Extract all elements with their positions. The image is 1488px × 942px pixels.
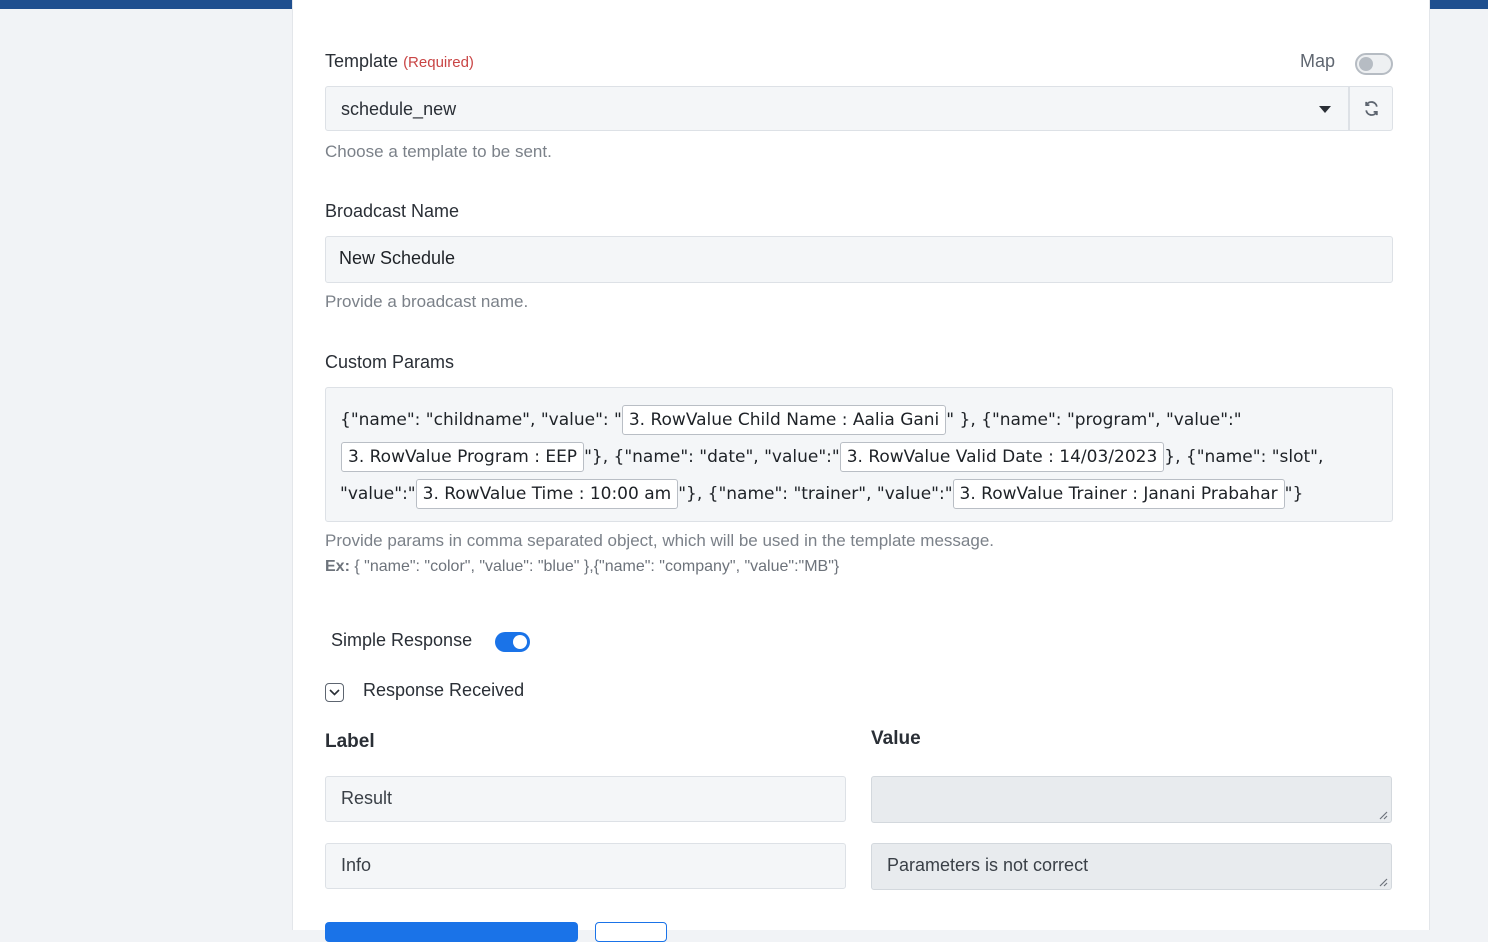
resize-grip-icon[interactable] <box>1378 810 1388 820</box>
custom-params-editor[interactable]: {"name": "childname", "value": " 3. RowVa… <box>325 387 1393 522</box>
label-column-header: Label <box>325 731 375 752</box>
params-line-1: {"name": "childname", "value": " 3. RowVa… <box>340 405 1242 435</box>
response-received-collapse-button[interactable] <box>325 683 344 702</box>
param-token-program[interactable]: 3. RowValue Program : EEP <box>341 442 585 472</box>
map-toggle-knob <box>1359 57 1373 71</box>
response-value-field[interactable] <box>871 776 1392 823</box>
param-token-trainer[interactable]: 3. RowValue Trainer : Janani Prabahar <box>952 479 1285 509</box>
response-received-label: Response Received <box>363 680 525 700</box>
broadcast-name-input[interactable]: New Schedule <box>325 236 1393 283</box>
response-value-text: Parameters is not correct <box>887 855 1089 875</box>
param-token-valid-date[interactable]: 3. RowValue Valid Date : 14/03/2023 <box>839 442 1165 472</box>
params-text: "}, {"name": "trainer", "value":" <box>678 484 953 504</box>
custom-params-example: Ex: { "name": "color", "value": "blue" }… <box>325 558 839 576</box>
primary-action-button[interactable] <box>325 922 578 942</box>
params-line-2: 3. RowValue Program : EEP "}, {"name": "d… <box>341 442 1323 472</box>
param-token-time[interactable]: 3. RowValue Time : 10:00 am <box>415 479 679 509</box>
params-text: "}, {"name": "date", "value":" <box>584 447 840 467</box>
template-select[interactable]: schedule_new <box>325 86 1349 131</box>
resize-grip-icon[interactable] <box>1378 877 1388 887</box>
custom-params-help: Provide params in comma separated object… <box>325 531 995 550</box>
template-select-value: schedule_new <box>341 99 457 119</box>
params-text: }, {"name": "slot", <box>1164 447 1324 467</box>
example-label: Ex: <box>325 558 350 575</box>
simple-response-label: Simple Response <box>331 630 473 650</box>
params-text: {"name": "childname", "value": " <box>340 410 622 430</box>
template-label: Template (Required) <box>325 51 474 71</box>
params-text: "value":" <box>340 484 416 504</box>
param-token-child-name[interactable]: 3. RowValue Child Name : Aalia Gani <box>621 405 947 435</box>
caret-down-icon <box>1319 106 1331 113</box>
response-value-field[interactable]: Parameters is not correct <box>871 843 1392 890</box>
refresh-button[interactable] <box>1349 86 1393 131</box>
broadcast-name-label: Broadcast Name <box>325 201 460 221</box>
value-column-header: Value <box>871 728 921 749</box>
secondary-action-button[interactable] <box>595 922 667 942</box>
params-text: " }, {"name": "program", "value":" <box>946 410 1242 430</box>
broadcast-name-help: Provide a broadcast name. <box>325 292 529 311</box>
map-toggle[interactable] <box>1355 53 1393 75</box>
response-label-field[interactable]: Info <box>325 843 846 889</box>
params-line-3: "value":" 3. RowValue Time : 10:00 am "}, … <box>340 479 1303 509</box>
example-value: { "name": "color", "value": "blue" },{"n… <box>349 558 840 575</box>
params-text: "} <box>1284 484 1304 504</box>
response-label-field[interactable]: Result <box>325 776 846 822</box>
simple-response-toggle[interactable] <box>495 632 530 652</box>
chevron-down-icon <box>329 689 340 696</box>
simple-response-toggle-knob <box>513 635 527 649</box>
map-label: Map <box>1300 51 1336 71</box>
required-marker: (Required) <box>403 54 474 71</box>
custom-params-label: Custom Params <box>325 352 455 372</box>
refresh-icon <box>1365 101 1378 116</box>
template-help: Choose a template to be sent. <box>325 142 552 161</box>
